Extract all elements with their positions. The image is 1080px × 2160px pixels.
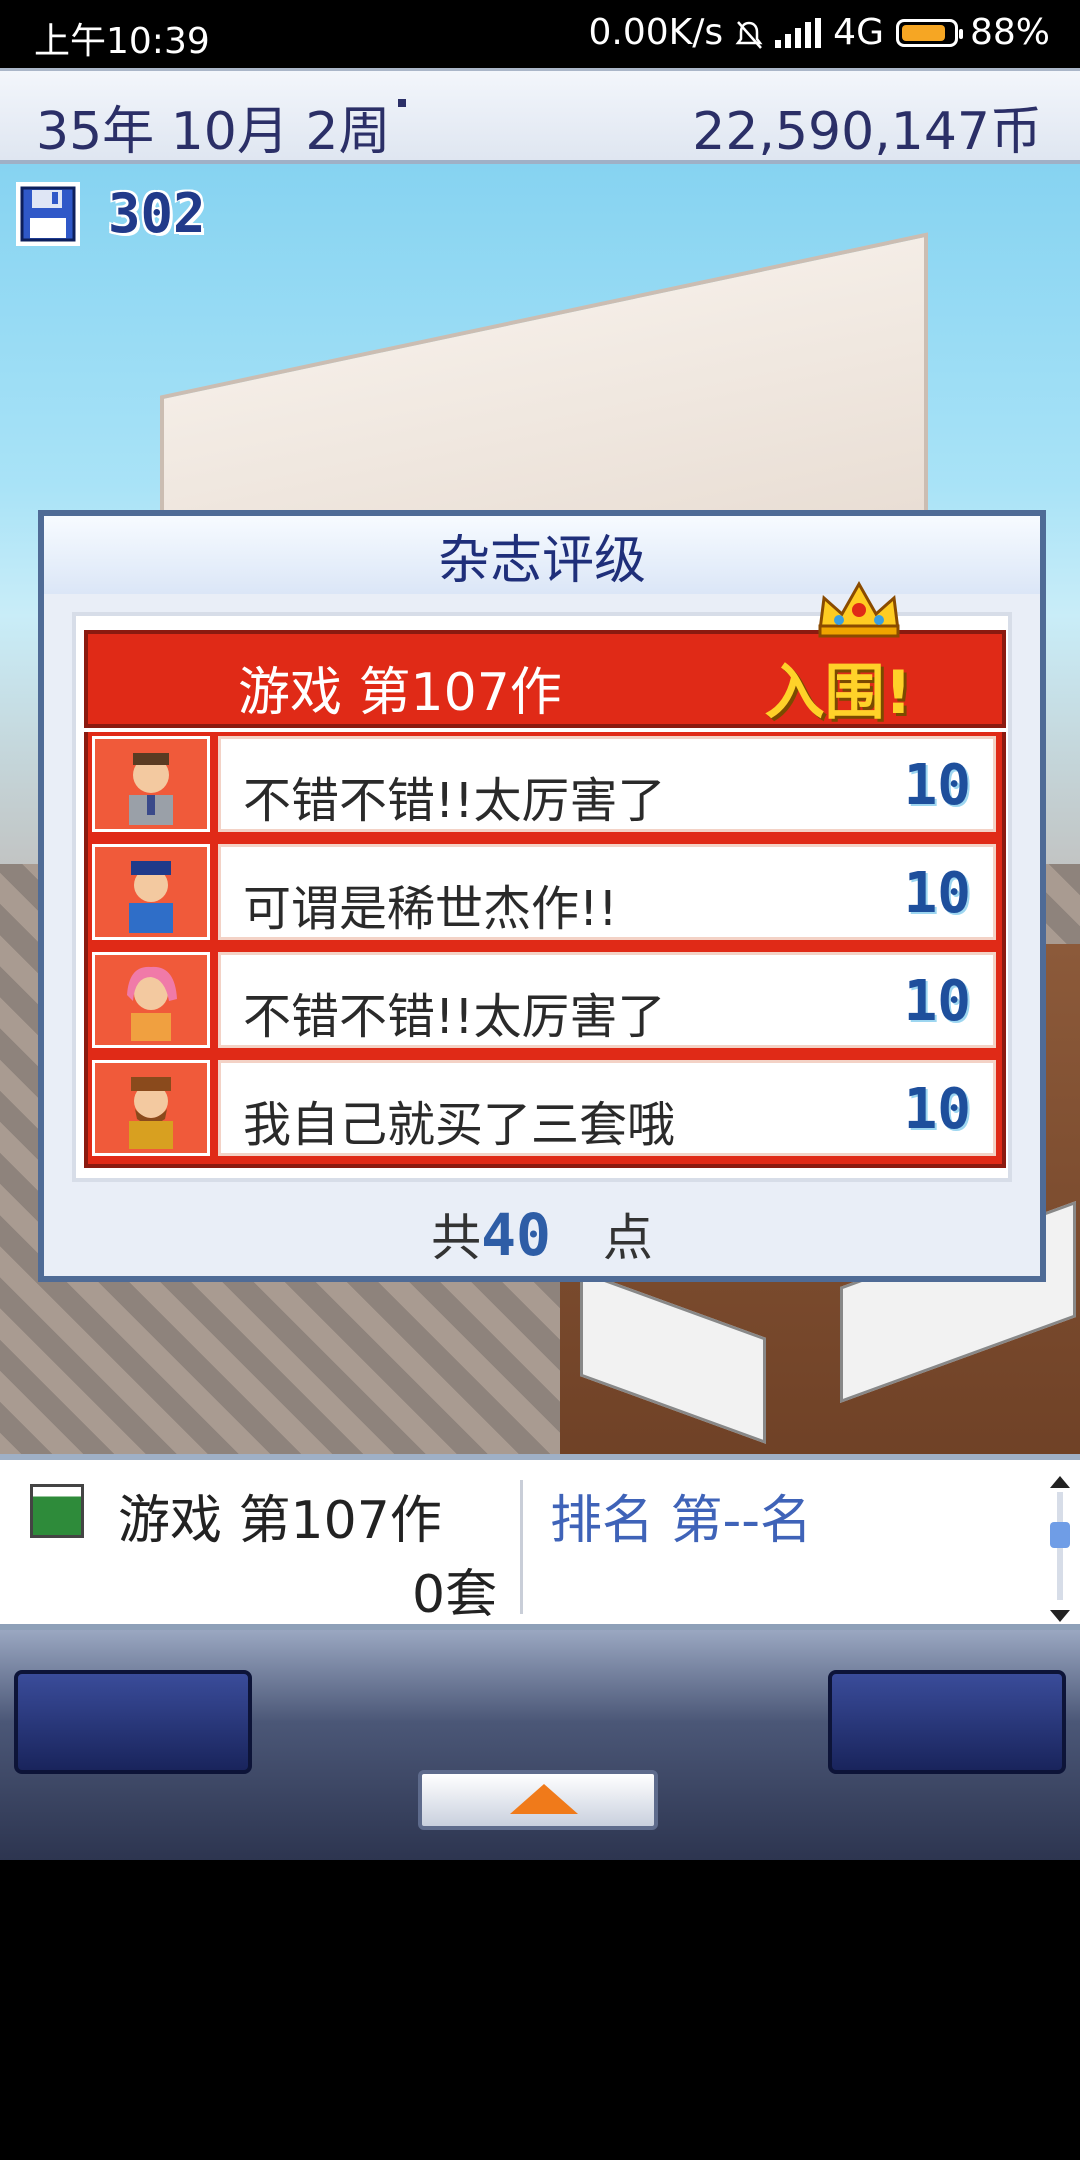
sales-rank: 排名 第--名	[550, 1491, 813, 1551]
game-cover-icon	[30, 1484, 84, 1538]
units-sold: 0套	[412, 1565, 498, 1625]
battery-icon	[895, 18, 963, 47]
reviewer-portrait-icon	[92, 1060, 210, 1156]
signal-icon	[775, 17, 822, 48]
review-row: 不错不错!!太厉害了 10	[88, 948, 1002, 1052]
reviewer-portrait-icon	[92, 844, 210, 940]
review-score: 10	[903, 753, 971, 818]
review-comment: 我自己就买了三套哦	[243, 1097, 676, 1153]
review-row: 我自己就买了三套哦 10	[88, 1056, 1002, 1160]
review-bubble: 可谓是稀世杰作!! 10	[218, 844, 996, 940]
total-value: 40	[481, 1201, 551, 1269]
reviewer-portrait-icon	[92, 736, 210, 832]
left-menu-button[interactable]	[14, 1670, 252, 1774]
battery-percent: 88%	[969, 12, 1050, 53]
review-bubble: 我自己就买了三套哦 10	[218, 1060, 996, 1156]
review-comment: 不错不错!!太厉害了	[243, 989, 666, 1045]
status-right: 0.00K/s 4G 88%	[589, 12, 1050, 53]
game-title-bar: 游戏 第107作 入围!	[84, 630, 1006, 728]
status-bar: 上午10:39 0.00K/s 4G 88%	[0, 0, 1080, 68]
review-bubble: 不错不错!!太厉害了 10	[218, 952, 996, 1048]
review-score: 10	[903, 1077, 971, 1142]
total-suffix: 点	[602, 1209, 653, 1267]
review-list: 不错不错!!太厉害了 10 可谓是稀世杰作!! 10 不错不错!!太厉害了 10	[84, 732, 1006, 1168]
up-arrow-icon	[510, 1784, 578, 1814]
bottom-control-bar	[0, 1630, 1080, 1860]
reviewed-game-title: 游戏 第107作	[238, 663, 562, 723]
game-name: 游戏 第107作	[118, 1491, 442, 1551]
total-score: 共40 点	[44, 1198, 1040, 1270]
magazine-rating-dialog: 杂志评级 游戏 第107作 入围! 不错不错!!太厉害了 10 可谓是稀世杰作!…	[38, 510, 1046, 1282]
review-bubble: 不错不错!!太厉害了 10	[218, 736, 996, 832]
review-row: 可谓是稀世杰作!! 10	[88, 840, 1002, 944]
review-comment: 可谓是稀世杰作!!	[243, 881, 618, 937]
network-speed: 0.00K/s	[588, 12, 724, 53]
network-type: 4G	[833, 12, 884, 53]
scrollbar[interactable]	[1048, 1474, 1072, 1624]
review-row: 不错不错!!太厉害了 10	[88, 732, 1002, 836]
status-time: 上午10:39	[34, 21, 210, 62]
panel-divider	[520, 1480, 523, 1614]
review-score: 10	[903, 969, 971, 1034]
right-menu-button[interactable]	[828, 1670, 1066, 1774]
expand-up-button[interactable]	[418, 1770, 658, 1830]
total-prefix: 共	[431, 1209, 482, 1267]
scrollbar-thumb[interactable]	[1050, 1522, 1070, 1548]
review-score: 10	[903, 861, 971, 926]
award-label: 入围!	[764, 658, 912, 728]
game-top-bar: 35年 10月 2周 22,590,147币	[0, 68, 1080, 164]
game-info-panel[interactable]: 游戏 第107作 0套 排名 第--名	[0, 1454, 1080, 1630]
crown-icon	[814, 576, 904, 640]
review-comment: 不错不错!!太厉害了	[243, 773, 666, 829]
funds-display: 22,590,147币	[692, 102, 1042, 162]
game-date: 35年 10月 2周	[36, 102, 391, 162]
date-indicator-dot	[398, 99, 406, 107]
mute-bell-icon	[735, 18, 763, 49]
save-count: 302	[108, 182, 206, 245]
reviewer-portrait-icon	[92, 952, 210, 1048]
floppy-disk-icon[interactable]	[14, 180, 82, 248]
